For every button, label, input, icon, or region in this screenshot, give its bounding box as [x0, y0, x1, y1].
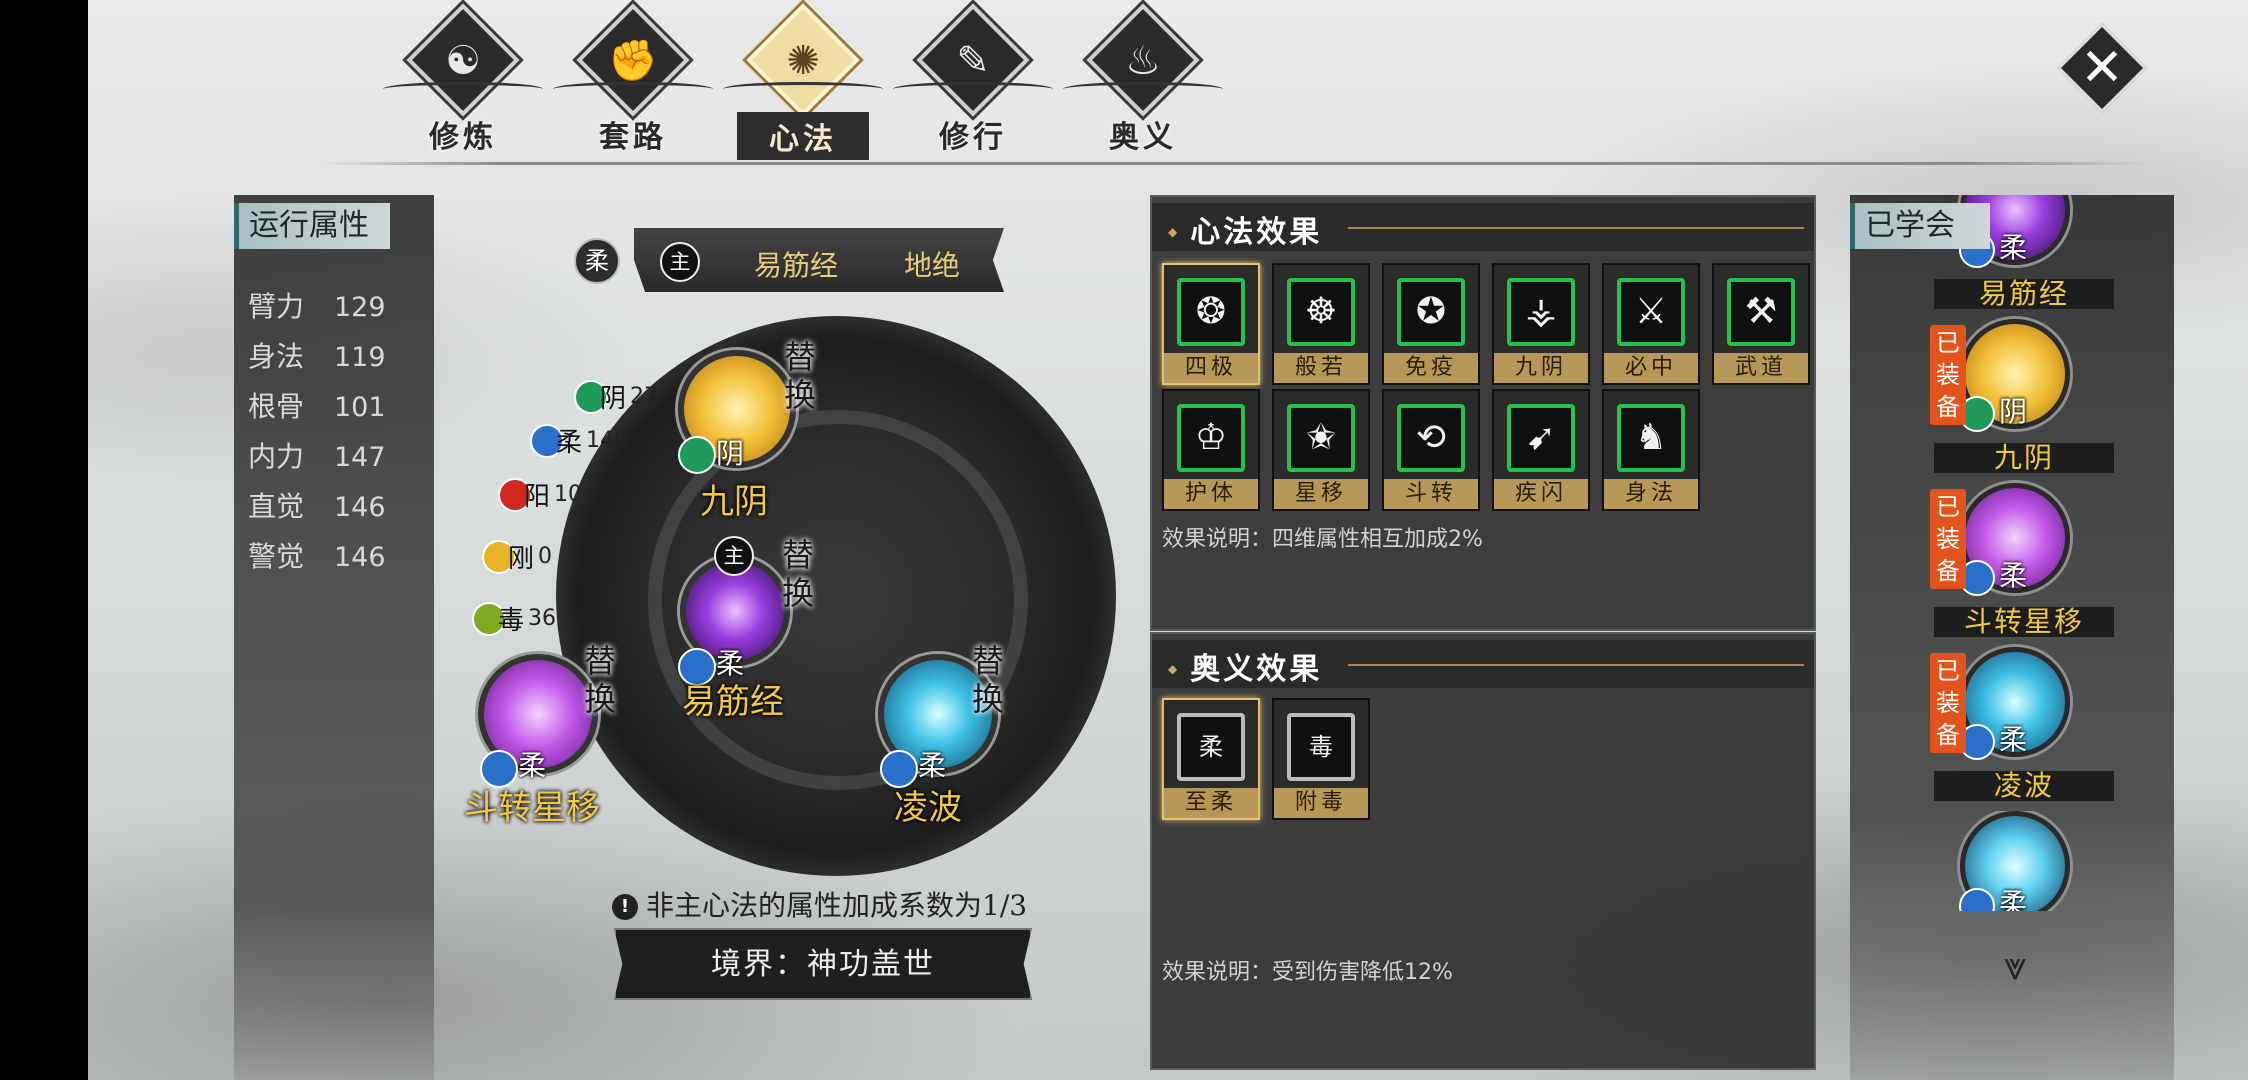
effect-item[interactable]: ⚔ 必中	[1602, 263, 1700, 385]
tab-xiuxing[interactable]: ✎ 修行	[893, 3, 1053, 155]
slot-name: 九阴	[700, 482, 768, 522]
info-icon: !	[612, 894, 638, 920]
spin-icon: ⟲	[1397, 404, 1465, 472]
hammer-icon: ⚒	[1727, 278, 1795, 346]
learned-name: 九阴	[1934, 443, 2114, 473]
header-skill: 易筋经	[754, 249, 839, 282]
skill-orb: 柔	[1959, 647, 2070, 760]
swap-button[interactable]: 替换	[778, 536, 818, 612]
swap-button[interactable]: 替换	[968, 642, 1008, 718]
skill-orb: 柔	[1959, 483, 2070, 596]
game-screen: ☯ 修炼 ✊ 套路 ✺ 心法 ✎ 修行 ♨ 奥义 ✕ 运行属性 臂力 129 身法…	[88, 0, 2248, 1080]
tab-taolu[interactable]: ✊ 套路	[553, 3, 713, 155]
stat-row: 根骨 101	[248, 390, 386, 423]
element-yin: 阴 27	[574, 378, 658, 415]
slot-name: 易筋经	[682, 682, 784, 722]
equipped-tag: 已装备	[1930, 489, 1966, 589]
dash-icon: ➹	[1507, 404, 1575, 472]
learned-item[interactable]: 柔	[1850, 811, 2174, 911]
aoyi-item[interactable]: 柔至柔	[1162, 698, 1260, 820]
header-grade: 地绝	[904, 249, 961, 282]
sword-icon: ⚔	[1617, 278, 1685, 346]
stat-row: 警觉 146	[248, 540, 386, 573]
main-chip: 主	[714, 536, 754, 576]
effect-item[interactable]: ➹ 疾闪	[1492, 389, 1590, 511]
skill-orb: 阴	[1959, 319, 2070, 432]
xinfa-effects-panel: 心法效果 ❂四极 ☸般若 ✪免疫 ⚶九阴 ⚔必中 ⚒武道 ♔护体 ✬星移 ⟲斗转…	[1150, 195, 1816, 631]
close-button[interactable]: ✕	[2056, 22, 2148, 114]
effect-item[interactable]: ⚒ 武道	[1712, 263, 1810, 385]
element-gang: 刚0	[482, 538, 552, 575]
effect-item[interactable]: ❂ 四极	[1162, 263, 1260, 385]
effect-item[interactable]: ♔ 护体	[1162, 389, 1260, 511]
tab-aoyi[interactable]: ♨ 奥义	[1063, 3, 1223, 155]
learned-item[interactable]: 柔 已装备 凌波	[1850, 647, 2174, 815]
aoyi-item[interactable]: 毒附毒	[1272, 698, 1370, 820]
main-chip: 主	[660, 242, 700, 282]
learned-name: 斗转星移	[1934, 607, 2114, 637]
realm-banner: 境界：神功盖世	[614, 928, 1032, 1000]
close-icon: ✕	[2080, 38, 2124, 98]
learned-name: 易筋经	[1934, 279, 2114, 309]
aoyi-effects-panel: 奥义效果 柔至柔 毒附毒 效果说明：受到伤害降低12%	[1150, 632, 1816, 1070]
rou-icon: 柔	[1177, 713, 1245, 781]
star-icon: ✬	[1287, 404, 1355, 472]
effect-item[interactable]: ♞ 身法	[1602, 389, 1700, 511]
bonus-note: ! 非主心法的属性加成系数为1/3	[612, 884, 1027, 924]
effect-item[interactable]: ⚶ 九阴	[1492, 263, 1590, 385]
learned-name: 凌波	[1934, 771, 2114, 801]
tab-xinfa[interactable]: ✺ 心法	[723, 3, 883, 160]
slot-name: 凌波	[894, 788, 962, 828]
slot-jiuyin-orb[interactable]: 阴	[678, 350, 796, 474]
type-chip: 柔	[574, 238, 620, 284]
learned-item[interactable]: 阴 已装备 九阴	[1850, 319, 2174, 487]
panel-title: 心法效果	[1168, 207, 1322, 251]
tab-label: 心法	[737, 112, 869, 160]
stat-row: 身法 119	[248, 340, 386, 373]
equipped-tag: 已装备	[1930, 325, 1966, 425]
swap-button[interactable]: 替换	[580, 642, 620, 718]
aoyi-description: 效果说明：受到伤害降低12%	[1162, 960, 1453, 985]
immune-icon: ✪	[1397, 278, 1465, 346]
panel-title: 奥义效果	[1168, 644, 1322, 688]
learned-title: 已学会	[1850, 203, 1990, 249]
stats-panel: 运行属性 臂力 129 身法 119 根骨 101 内力 147 直觉 146 警觉 146	[234, 195, 434, 1080]
main-skill-header: 柔 主 易筋经 地绝	[574, 228, 1014, 292]
agility-icon: ♞	[1617, 404, 1685, 472]
tab-label: 套路	[599, 120, 667, 155]
slot-name: 斗转星移	[464, 788, 600, 828]
learned-item[interactable]: 柔 已装备 斗转星移	[1850, 483, 2174, 651]
tab-xiulian[interactable]: ☯ 修炼	[383, 3, 543, 155]
skill-orb: 柔	[1959, 811, 2070, 911]
stat-row: 内力 147	[248, 440, 386, 473]
stat-row: 直觉 146	[248, 490, 386, 523]
divider-line	[318, 162, 2148, 165]
guard-icon: ♔	[1177, 404, 1245, 472]
poison-icon: 毒	[1287, 713, 1355, 781]
stat-row: 臂力 129	[248, 290, 386, 323]
claw-icon: ⚶	[1507, 278, 1575, 346]
effect-item[interactable]: ☸ 般若	[1272, 263, 1370, 385]
effect-item[interactable]: ✪ 免疫	[1382, 263, 1480, 385]
yin-badge-icon	[678, 436, 716, 474]
rou-badge-icon	[1959, 888, 1995, 911]
scroll-down-icon[interactable]: ⩔	[1980, 944, 2050, 988]
tab-label: 奥义	[1109, 120, 1177, 155]
tab-label: 修炼	[429, 120, 497, 155]
swap-button[interactable]: 替换	[780, 338, 820, 414]
stats-title: 运行属性	[234, 203, 390, 249]
tab-label: 修行	[939, 120, 1007, 155]
equipped-tag: 已装备	[1930, 653, 1966, 753]
swirl-icon: ❂	[1177, 278, 1245, 346]
element-du: 毒 36	[472, 600, 556, 637]
monk-icon: ☸	[1287, 278, 1355, 346]
effect-item[interactable]: ⟲ 斗转	[1382, 389, 1480, 511]
effect-item[interactable]: ✬ 星移	[1272, 389, 1370, 511]
effect-description: 效果说明：四维属性相互加成2%	[1162, 527, 1483, 552]
element-yang: 阳 10	[498, 476, 582, 513]
element-rou: 柔 140	[530, 422, 628, 459]
